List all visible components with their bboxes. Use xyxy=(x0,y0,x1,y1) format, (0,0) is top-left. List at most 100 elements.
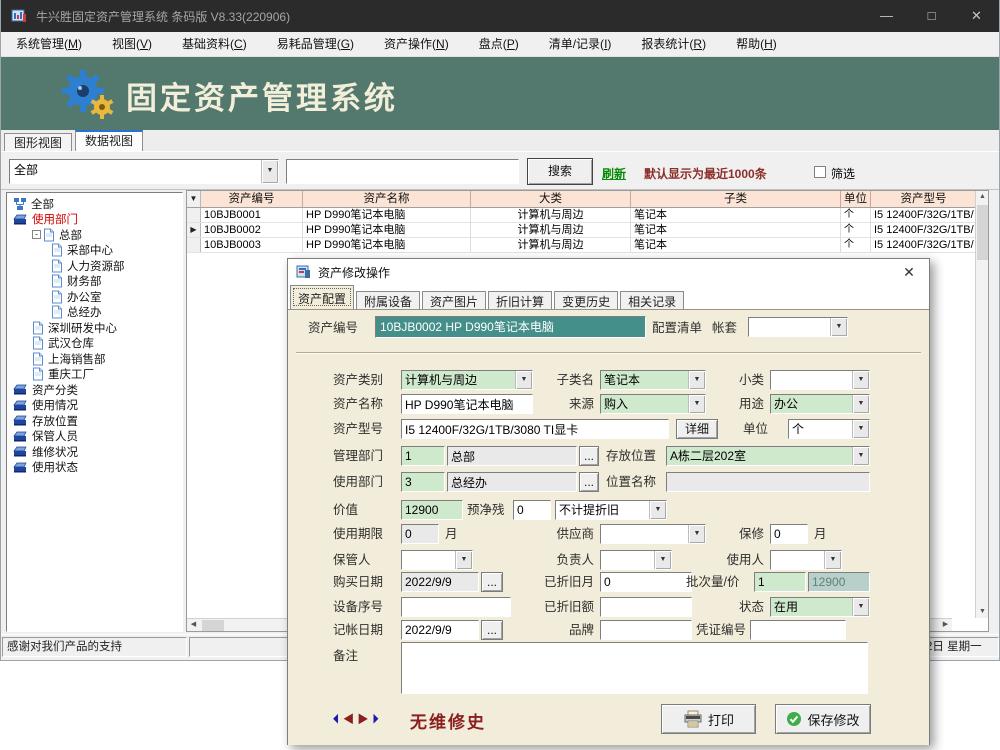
chevron-down-icon[interactable]: ▼ xyxy=(852,420,869,438)
tree-item-16[interactable]: 维修状况 xyxy=(7,444,182,460)
view-tab-0[interactable]: 图形视图 xyxy=(4,133,72,152)
mgmt-dept-name-input[interactable] xyxy=(447,446,577,466)
collapse-icon[interactable]: - xyxy=(32,230,41,239)
unit-select[interactable]: 个 ▼ xyxy=(788,419,870,439)
account-set-select[interactable]: ▼ xyxy=(748,317,848,337)
print-button[interactable]: 打印 xyxy=(661,704,756,734)
grid-column-header-2[interactable]: 大类 xyxy=(471,191,631,207)
status-select[interactable]: 在用 ▼ xyxy=(770,597,870,617)
maximize-button[interactable]: □ xyxy=(909,0,954,32)
chevron-down-icon[interactable]: ▼ xyxy=(515,371,532,389)
menu-item-6[interactable]: 清单/记录(I) xyxy=(534,32,627,57)
chevron-down-icon[interactable]: ▼ xyxy=(688,395,705,413)
book-date-browse-button[interactable]: ... xyxy=(481,620,503,640)
grid-column-header-1[interactable]: 资产名称 xyxy=(303,191,471,207)
search-scope-select[interactable]: 全部 ▼ xyxy=(9,159,279,184)
menu-item-2[interactable]: 基础资料(C) xyxy=(167,32,262,57)
asset-name-input[interactable] xyxy=(401,394,533,414)
chevron-down-icon[interactable]: ▼ xyxy=(852,395,869,413)
tree-item-10[interactable]: 上海销售部 xyxy=(7,351,182,367)
chevron-down-icon[interactable]: ▼ xyxy=(688,371,705,389)
first-record-icon[interactable]: ⏴ xyxy=(333,712,343,726)
source-select[interactable]: 购入 ▼ xyxy=(600,394,706,414)
menu-item-1[interactable]: 视图(V) xyxy=(97,32,167,57)
vertical-scrollbar[interactable]: ▲ ▼ xyxy=(975,191,988,618)
menu-item-8[interactable]: 帮助(H) xyxy=(721,32,792,57)
purchase-date-browse-button[interactable]: ... xyxy=(481,572,503,592)
tree-item-14[interactable]: 存放位置 xyxy=(7,413,182,429)
chevron-down-icon[interactable]: ▼ xyxy=(830,318,847,336)
lifespan-input[interactable] xyxy=(401,524,439,544)
remark-textarea[interactable] xyxy=(401,642,868,694)
menu-item-5[interactable]: 盘点(P) xyxy=(464,32,534,57)
scroll-down-icon[interactable]: ▼ xyxy=(976,606,989,618)
batch-qty-input[interactable] xyxy=(754,572,806,592)
depreciation-mode-select[interactable]: 不计提折旧 ▼ xyxy=(555,500,667,520)
tree-item-1[interactable]: 使用部门 xyxy=(7,212,182,228)
location-select[interactable]: A栋二层202室 ▼ xyxy=(666,446,870,466)
chevron-down-icon[interactable]: ▼ xyxy=(455,551,472,569)
custodian-select[interactable]: ▼ xyxy=(401,550,473,570)
subclass-select[interactable]: 笔记本 ▼ xyxy=(600,370,706,390)
detail-button[interactable]: 详细 xyxy=(676,419,718,439)
purpose-select[interactable]: 办公 ▼ xyxy=(770,394,870,414)
warranty-input[interactable] xyxy=(770,524,808,544)
grid-column-header-0[interactable]: 资产编号 xyxy=(201,191,303,207)
chevron-down-icon[interactable]: ▼ xyxy=(261,160,278,183)
asset-category-select[interactable]: 计算机与周边 ▼ xyxy=(401,370,533,390)
horizontal-scroll-thumb[interactable] xyxy=(202,620,224,631)
dialog-tab-0[interactable]: 资产配置 xyxy=(290,285,354,309)
mgmt-dept-browse-button[interactable]: ... xyxy=(579,446,599,466)
filter-checkbox[interactable] xyxy=(814,166,826,178)
batch-price-input[interactable] xyxy=(808,572,870,592)
tree-item-12[interactable]: 资产分类 xyxy=(7,382,182,398)
table-row[interactable]: 10BJB0003HP D990笔记本电脑计算机与周边笔记本个I5 12400F… xyxy=(187,238,988,253)
value-input[interactable] xyxy=(401,500,463,520)
chevron-down-icon[interactable]: ▼ xyxy=(654,551,671,569)
close-button[interactable]: ✕ xyxy=(954,0,999,32)
chevron-down-icon[interactable]: ▼ xyxy=(688,525,705,543)
scroll-right-icon[interactable]: ▶ xyxy=(939,619,952,631)
tree-item-8[interactable]: 深圳研发中心 xyxy=(7,320,182,336)
supplier-select[interactable]: ▼ xyxy=(600,524,706,544)
table-row[interactable]: ▶10BJB0002HP D990笔记本电脑计算机与周边笔记本个I5 12400… xyxy=(187,223,988,238)
prev-record-icon[interactable]: ◀ xyxy=(343,712,358,726)
search-input[interactable] xyxy=(286,159,519,184)
next-record-icon[interactable]: ▶ xyxy=(358,712,373,726)
table-row[interactable]: 10BJB0001HP D990笔记本电脑计算机与周边笔记本个I5 12400F… xyxy=(187,208,988,223)
grid-column-header-3[interactable]: 子类 xyxy=(631,191,841,207)
vertical-scroll-thumb[interactable] xyxy=(977,205,988,260)
residual-input[interactable] xyxy=(513,500,551,520)
tree-item-4[interactable]: 人力资源部 xyxy=(7,258,182,274)
use-dept-code-input[interactable] xyxy=(401,472,445,492)
chevron-down-icon[interactable]: ▼ xyxy=(852,447,869,465)
menu-item-0[interactable]: 系统管理(M) xyxy=(1,32,97,57)
dep-months-input[interactable] xyxy=(600,572,692,592)
menu-item-7[interactable]: 报表统计(R) xyxy=(626,32,721,57)
last-record-icon[interactable]: ⏵ xyxy=(372,712,382,726)
book-date-input[interactable] xyxy=(401,620,479,640)
view-tab-1[interactable]: 数据视图 xyxy=(75,130,143,151)
use-dept-browse-button[interactable]: ... xyxy=(579,472,599,492)
chevron-down-icon[interactable]: ▼ xyxy=(852,598,869,616)
purchase-date-input[interactable] xyxy=(401,572,479,592)
grid-column-header-5[interactable]: 资产型号 xyxy=(871,191,977,207)
scroll-up-icon[interactable]: ▲ xyxy=(976,191,989,203)
mgmt-dept-code-input[interactable] xyxy=(401,446,445,466)
user-select[interactable]: ▼ xyxy=(770,550,842,570)
manager-select[interactable]: ▼ xyxy=(600,550,672,570)
tree-item-17[interactable]: 使用状态 xyxy=(7,460,182,476)
tree-item-11[interactable]: 重庆工厂 xyxy=(7,367,182,383)
serial-input[interactable] xyxy=(401,597,511,617)
chevron-down-icon[interactable]: ▼ xyxy=(824,551,841,569)
tree-item-13[interactable]: 使用情况 xyxy=(7,398,182,414)
tree-item-3[interactable]: 采部中心 xyxy=(7,243,182,259)
refresh-link[interactable]: 刷新 xyxy=(602,165,626,182)
model-input[interactable] xyxy=(401,419,669,439)
menu-item-3[interactable]: 易耗品管理(G) xyxy=(262,32,369,57)
brand-input[interactable] xyxy=(600,620,692,640)
location-name-input[interactable] xyxy=(666,472,870,492)
search-button[interactable]: 搜索 xyxy=(527,158,593,185)
tree-item-2[interactable]: -总部 xyxy=(7,227,182,243)
tree-item-0[interactable]: 全部 xyxy=(7,196,182,212)
